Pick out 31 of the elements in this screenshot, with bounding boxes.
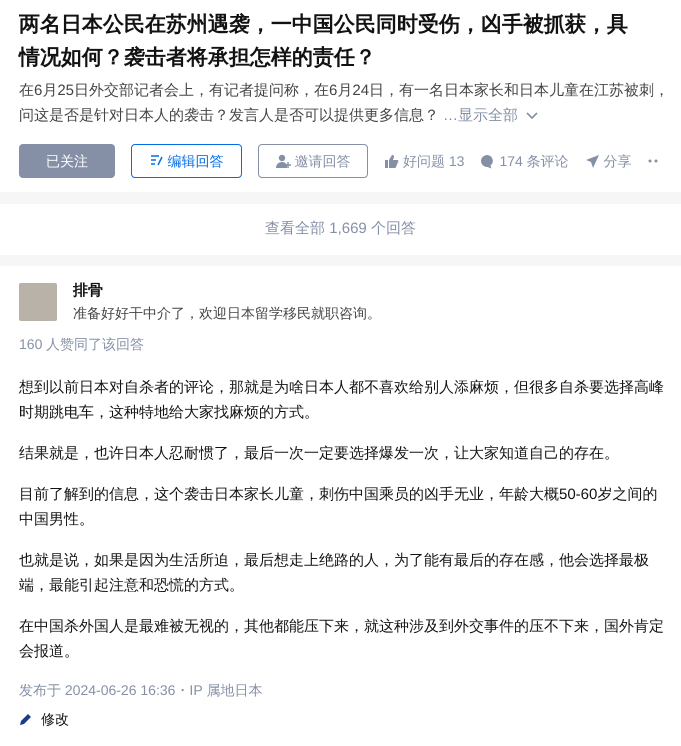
view-all-answers-link[interactable]: 查看全部 1,669 个回答	[265, 218, 416, 241]
edit-link[interactable]: 修改	[19, 708, 69, 730]
chevron-down-icon	[526, 112, 538, 120]
author-name[interactable]: 排骨	[73, 280, 381, 302]
answer-paragraph: 目前了解到的信息，这个袭击日本家长儿童，刺伤中国乘员的凶手无业，年龄大概50-60岁之间的中国男性。	[19, 484, 658, 530]
pencil-icon	[19, 712, 33, 726]
show-all-link[interactable]: …显示全部	[443, 103, 538, 128]
publish-info: 发布于 2024-06-26 16:36・IP 属地日本	[19, 680, 264, 700]
question-detail: 在6月25日外交部记者会上，有记者提问称，在6月24日，有一名日本家长和日本儿童在江苏被刺，	[19, 81, 670, 101]
follow-button[interactable]: 已关注	[19, 144, 115, 178]
invite-answer-button[interactable]: 邀请回答	[258, 144, 368, 178]
thumbs-up-icon	[384, 154, 399, 168]
answer-paragraph: 想到以前日本对自杀者的评论，那就是为啥日本人都不喜欢给别人添麻烦，但很多自杀要选择高峰时期跳电车，这种特地给大家找麻烦的方式。	[19, 378, 665, 422]
action-button[interactable]: 好问题 13	[384, 150, 464, 172]
answer-paragraph: 在中国杀外国人是最难被无视的，其他都能压下来，就这种涉及到外交事件的压不下来，国外肯定会报道。	[19, 616, 665, 662]
action-button[interactable]: 174 条评论	[480, 150, 569, 172]
add-user-icon	[276, 154, 290, 168]
question-detail: 问这是否是针对日本人的袭击？发言人是否可以提供更多信息？	[19, 106, 439, 126]
vote-count: 160 人赞同了该回答	[19, 334, 146, 354]
answer-paragraph: 结果就是，也许日本人忍耐惯了，最后一次一定要选择爆发一次，让大家知道自己的存在。	[19, 444, 620, 464]
action-button[interactable]: 分享	[584, 150, 632, 172]
avatar-photo-placeholder	[19, 282, 57, 321]
question-title: 情况如何？袭击者将承担怎样的责任？	[19, 44, 377, 71]
edit-answer-button[interactable]: 编辑回答	[131, 144, 242, 178]
edit-icon	[150, 155, 164, 167]
comment-icon	[480, 154, 496, 168]
send-icon	[584, 154, 600, 168]
more-icon[interactable]	[648, 159, 658, 163]
question-title: 两名日本公民在苏州遇袭，一中国公民同时受伤，凶手被抓获，具	[19, 12, 629, 38]
answer-paragraph: 也就是说，如果是因为生活所迫，最后想走上绝路的人，为了能有最后的存在感，他会选择最极端，最能引起注意和恐慌的方式。	[19, 550, 650, 596]
author-bio: 准备好好干中介了，欢迎日本留学移民就职咨询。	[73, 304, 381, 322]
